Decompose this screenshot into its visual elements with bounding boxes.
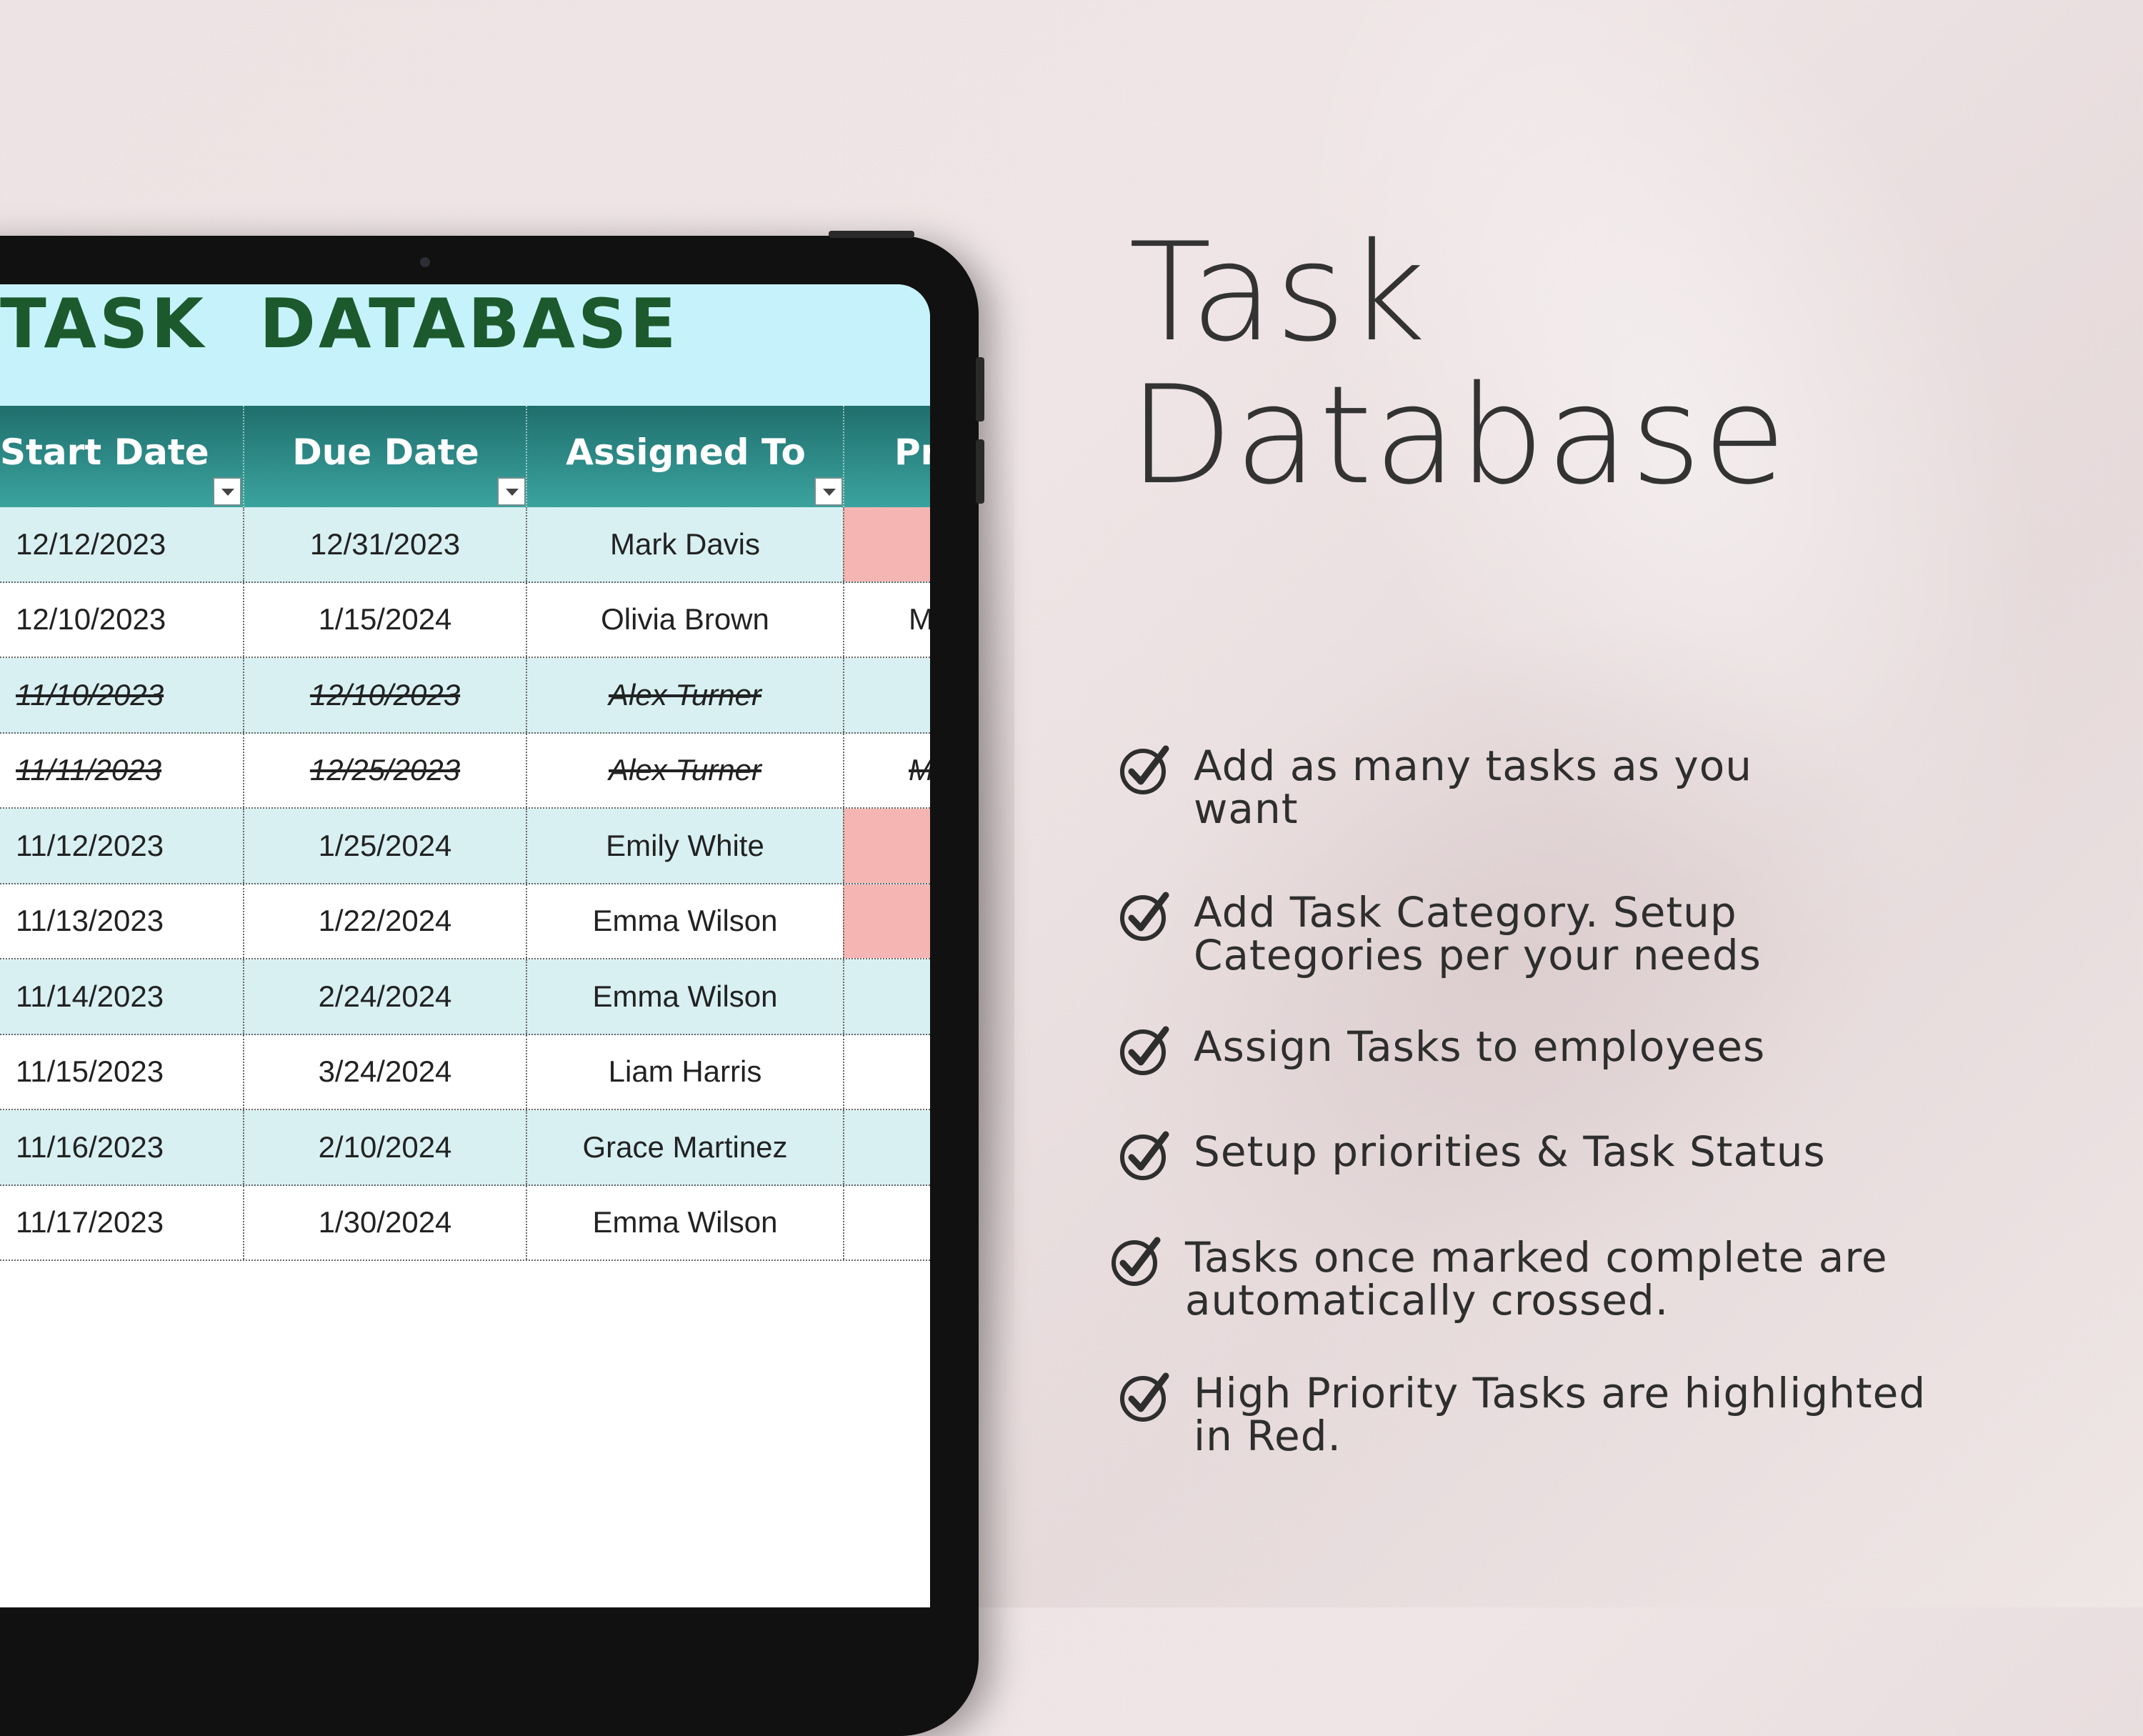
table-header: Start Date Due Date Assigned To Pr	[0, 406, 930, 507]
table-row[interactable]: 12/12/2023 12/31/2023 Mark Davis	[0, 507, 930, 583]
table-row[interactable]: 11/11/202312/25/2023Alex TurnerM	[0, 733, 930, 809]
column-header-assigned-to[interactable]: Assigned To	[526, 406, 844, 507]
priority-cell[interactable]: M	[843, 733, 930, 807]
due-date-cell[interactable]: 12/10/2023	[243, 658, 526, 732]
column-header-label: Due Date	[292, 431, 479, 473]
due-date-cell[interactable]: 1/15/2024	[243, 582, 526, 657]
check-circle-icon	[1120, 892, 1169, 941]
table-body: 12/12/2023 12/31/2023 Mark Davis 12/10/2023…	[0, 507, 930, 1261]
start-date-cell[interactable]: 11/12/2023	[0, 809, 243, 883]
column-header-label: Assigned To	[566, 431, 806, 473]
feature-text: Tasks once marked complete are automatic…	[1185, 1233, 1888, 1325]
start-date-cell[interactable]: 12/10/2023	[0, 583, 243, 657]
due-date-cell[interactable]: 12/31/2023	[243, 507, 526, 582]
table-row[interactable]: 11/15/2023 3/24/2024 Liam Harris	[0, 1034, 930, 1110]
dropdown-arrow-icon[interactable]	[814, 477, 843, 506]
assigned-to-cell[interactable]: Mark Davis	[526, 507, 843, 582]
due-date-cell[interactable]: 2/24/2024	[243, 959, 526, 1034]
spreadsheet-title: TASK DATABASE	[0, 285, 679, 364]
feature-text: Add as many tasks as you want	[1194, 742, 1752, 833]
feature-text: High Priority Tasks are highlighted in R…	[1194, 1369, 1927, 1460]
assigned-to-cell[interactable]: Grace Martinez	[526, 1110, 843, 1184]
column-header-due-date[interactable]: Due Date	[243, 406, 527, 507]
heading-line-2: Database	[1129, 356, 1788, 514]
table-row[interactable]: 11/14/2023 2/24/2024 Emma Wilson	[0, 959, 930, 1035]
feature-text: Setup priorities & Task Status	[1194, 1127, 1826, 1176]
feature-text: Assign Tasks to employees	[1194, 1022, 1766, 1071]
start-date-cell[interactable]: 11/14/2023	[0, 959, 243, 1034]
page-heading: Task Database	[1129, 221, 1788, 507]
assigned-to-cell[interactable]: Olivia Brown	[526, 582, 843, 657]
start-date-cell[interactable]: 11/15/2023	[0, 1035, 243, 1109]
heading-line-1: Task	[1129, 214, 1428, 371]
priority-cell[interactable]	[843, 959, 930, 1034]
check-circle-icon	[1120, 1131, 1169, 1180]
assigned-to-cell[interactable]: Emma Wilson	[526, 959, 843, 1034]
due-date-cell[interactable]: 3/24/2024	[243, 1034, 526, 1109]
tablet-top-button	[829, 231, 914, 238]
check-circle-icon	[1112, 1237, 1161, 1286]
column-header-start-date[interactable]: Start Date	[0, 406, 243, 507]
due-date-cell[interactable]: 2/10/2024	[243, 1110, 526, 1184]
priority-cell[interactable]	[843, 507, 930, 582]
start-date-cell[interactable]: 11/13/2023	[0, 884, 243, 959]
tablet-volume-up-button	[976, 357, 984, 421]
assigned-to-cell[interactable]: Emily White	[526, 809, 843, 883]
start-date-cell[interactable]: 11/17/2023	[0, 1186, 243, 1260]
feature-text: Add Task Category. Setup Categories per …	[1194, 888, 1762, 979]
start-date-cell[interactable]: 12/12/2023	[0, 507, 243, 582]
column-header-priority[interactable]: Pr	[843, 406, 930, 507]
due-date-cell[interactable]: 12/25/2023	[243, 733, 526, 807]
due-date-cell[interactable]: 1/25/2024	[243, 809, 526, 883]
camera-icon	[420, 257, 430, 267]
due-date-cell[interactable]: 1/30/2024	[243, 1185, 526, 1259]
due-date-cell[interactable]: 1/22/2024	[243, 884, 526, 958]
priority-cell[interactable]	[843, 1185, 930, 1259]
table-row[interactable]: 11/16/2023 2/10/2024 Grace Martinez	[0, 1110, 930, 1186]
column-header-label: Start Date	[0, 431, 209, 473]
assigned-to-cell[interactable]: Liam Harris	[526, 1034, 843, 1109]
priority-cell[interactable]: M	[843, 582, 930, 657]
priority-cell[interactable]	[843, 809, 930, 883]
priority-cell[interactable]	[843, 1034, 930, 1109]
assigned-to-cell[interactable]: Emma Wilson	[526, 1185, 843, 1259]
check-circle-icon	[1120, 1372, 1169, 1422]
priority-cell[interactable]	[843, 658, 930, 732]
table-row[interactable]: 11/12/2023 1/25/2024 Emily White	[0, 809, 930, 884]
column-header-label: Pr	[894, 431, 930, 473]
assigned-to-cell[interactable]: Alex Turner	[526, 658, 843, 732]
tablet-volume-down-button	[976, 439, 984, 504]
priority-cell[interactable]	[843, 884, 930, 958]
start-date-cell[interactable]: 11/11/2023	[0, 734, 243, 808]
check-circle-icon	[1120, 1026, 1169, 1075]
dropdown-arrow-icon[interactable]	[213, 477, 241, 506]
table-row[interactable]: 11/10/2023 12/10/2023 Alex Turner	[0, 658, 930, 734]
title-band: TASK DATABASE	[0, 284, 930, 406]
table-row[interactable]: 12/10/20231/15/2024Olivia BrownM	[0, 582, 930, 658]
priority-cell[interactable]	[843, 1110, 930, 1184]
table-row[interactable]: 11/13/2023 1/22/2024 Emma Wilson	[0, 884, 930, 959]
dropdown-arrow-icon[interactable]	[497, 477, 526, 506]
start-date-cell[interactable]: 11/16/2023	[0, 1110, 243, 1184]
assigned-to-cell[interactable]: Alex Turner	[526, 733, 843, 807]
assigned-to-cell[interactable]: Emma Wilson	[526, 884, 843, 958]
tablet-screen: TASK DATABASE Start Date Due Date Assign…	[0, 284, 930, 1607]
check-circle-icon	[1120, 745, 1169, 794]
start-date-cell[interactable]: 11/10/2023	[0, 658, 243, 732]
table-row[interactable]: 11/17/2023 1/30/2024 Emma Wilson	[0, 1185, 930, 1261]
